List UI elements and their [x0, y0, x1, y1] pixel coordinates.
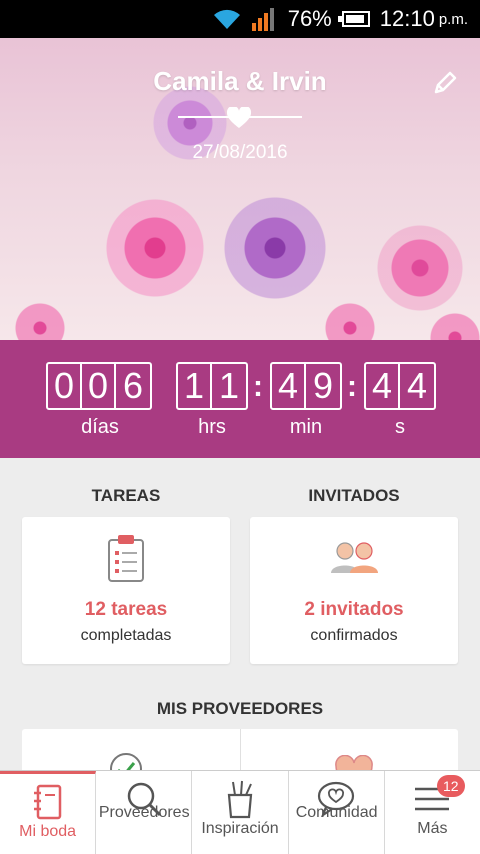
- hero-banner: Camila & Irvin 27/08/2016: [0, 38, 480, 340]
- proveedores-heading: MIS PROVEEDORES: [156, 699, 324, 718]
- wifi-icon: [213, 9, 240, 29]
- colon-separator: :: [253, 370, 263, 403]
- digit: 1: [218, 365, 240, 406]
- notification-badge: 12: [436, 775, 465, 797]
- nav-label: Proveedores: [98, 804, 190, 821]
- countdown-days: 0 0 6: [46, 362, 152, 410]
- countdown-minutes: 4 9: [270, 362, 342, 410]
- countdown-panel: 0 0 6 1 1 : 4 9 : 4 4 días hrs min s: [0, 340, 480, 458]
- invitados-subtitle: confirmados: [310, 627, 398, 644]
- nav-mi-boda[interactable]: Mi boda: [0, 771, 97, 854]
- bottom-nav: Mi boda Proveedores Inspiración Comunida…: [0, 770, 480, 854]
- signal-icon: [251, 8, 274, 31]
- nav-label: Comunidad: [295, 804, 378, 821]
- digit: 1: [178, 364, 212, 408]
- nav-proveedores[interactable]: Proveedores: [96, 771, 193, 854]
- nav-label: Más: [417, 820, 448, 837]
- nav-comunidad[interactable]: Comunidad: [289, 771, 385, 854]
- pencil-icon[interactable]: [430, 68, 460, 98]
- tareas-subtitle: completadas: [80, 627, 172, 644]
- status-bar: 76% 12:10 p.m.: [0, 0, 480, 38]
- notebook-icon: [33, 784, 61, 820]
- clipboard-icon: [108, 535, 144, 582]
- tareas-card[interactable]: 12 tareas completadas: [22, 517, 230, 664]
- label-hours: hrs: [198, 416, 226, 438]
- digit: 4: [272, 364, 306, 408]
- invitados-count: 2 invitados: [304, 599, 404, 620]
- invitados-heading: INVITADOS: [308, 486, 400, 505]
- digit: 6: [122, 365, 144, 406]
- digit: 0: [48, 364, 82, 408]
- countdown-seconds: 4 4: [364, 362, 436, 410]
- clock: 12:10: [379, 6, 435, 31]
- brush-cup-icon: [227, 780, 253, 819]
- nav-inspiracion[interactable]: Inspiración: [192, 771, 289, 854]
- guests-icon: [331, 542, 378, 573]
- clock-ampm: p.m.: [438, 10, 468, 28]
- nav-mas[interactable]: Más 12: [385, 771, 480, 854]
- battery-percent: 76%: [287, 6, 332, 31]
- digit: 9: [312, 365, 334, 406]
- wedding-date: 27/08/2016: [192, 142, 288, 163]
- countdown-hours: 1 1: [176, 362, 248, 410]
- heart-icon: [226, 107, 252, 128]
- tareas-heading: TAREAS: [91, 486, 161, 505]
- invitados-card[interactable]: 2 invitados confirmados: [250, 517, 458, 664]
- digit: 4: [366, 364, 400, 408]
- tareas-count: 12 tareas: [84, 599, 168, 620]
- label-seconds: s: [395, 416, 405, 438]
- nav-label: Mi boda: [19, 823, 77, 840]
- colon-separator: :: [347, 370, 357, 403]
- battery-icon: [337, 11, 370, 27]
- digit: 0: [82, 364, 116, 408]
- label-minutes: min: [289, 416, 323, 438]
- label-days: días: [81, 416, 119, 438]
- digit: 4: [406, 365, 428, 406]
- couple-names: Camila & Irvin: [153, 66, 327, 96]
- nav-label: Inspiración: [201, 820, 279, 837]
